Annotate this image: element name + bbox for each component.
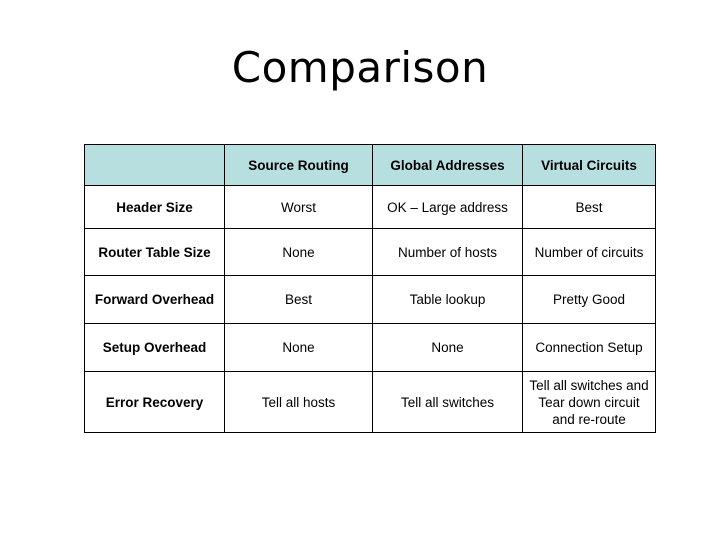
table-cell: None xyxy=(224,323,373,372)
table-cell: Tell all switches xyxy=(372,371,523,433)
table-cell: Best xyxy=(224,275,373,324)
column-header-source-routing: Source Routing xyxy=(224,144,373,186)
table-row: Setup Overhead None None Connection Setu… xyxy=(84,323,656,372)
table-cell: Connection Setup xyxy=(522,323,656,372)
table-cell: Number of hosts xyxy=(372,228,523,276)
slide-title: Comparison xyxy=(231,43,489,92)
comparison-table: Source Routing Global Addresses Virtual … xyxy=(84,144,656,433)
table-header-row: Source Routing Global Addresses Virtual … xyxy=(84,144,656,186)
table-row: Router Table Size None Number of hosts N… xyxy=(84,228,656,276)
table-cell: Number of circuits xyxy=(522,228,656,276)
table-cell: Tell all switches and Tear down circuit … xyxy=(522,371,656,433)
table-cell: OK – Large address xyxy=(372,185,523,229)
table-cell: Table lookup xyxy=(372,275,523,324)
table-cell: Pretty Good xyxy=(522,275,656,324)
row-label: Setup Overhead xyxy=(84,323,225,372)
table-cell: None xyxy=(372,323,523,372)
table-row: Forward Overhead Best Table lookup Prett… xyxy=(84,275,656,324)
column-header-virtual-circuits: Virtual Circuits xyxy=(522,144,656,186)
table-cell: Tell all hosts xyxy=(224,371,373,433)
row-label: Header Size xyxy=(84,185,225,229)
table-cell: Best xyxy=(522,185,656,229)
row-label: Router Table Size xyxy=(84,228,225,276)
corner-cell xyxy=(84,144,225,186)
table-cell: Worst xyxy=(224,185,373,229)
table-row: Error Recovery Tell all hosts Tell all s… xyxy=(84,371,656,433)
column-header-global-addresses: Global Addresses xyxy=(372,144,523,186)
table-row: Header Size Worst OK – Large address Bes… xyxy=(84,185,656,229)
row-label: Error Recovery xyxy=(84,371,225,433)
table-cell: None xyxy=(224,228,373,276)
row-label: Forward Overhead xyxy=(84,275,225,324)
